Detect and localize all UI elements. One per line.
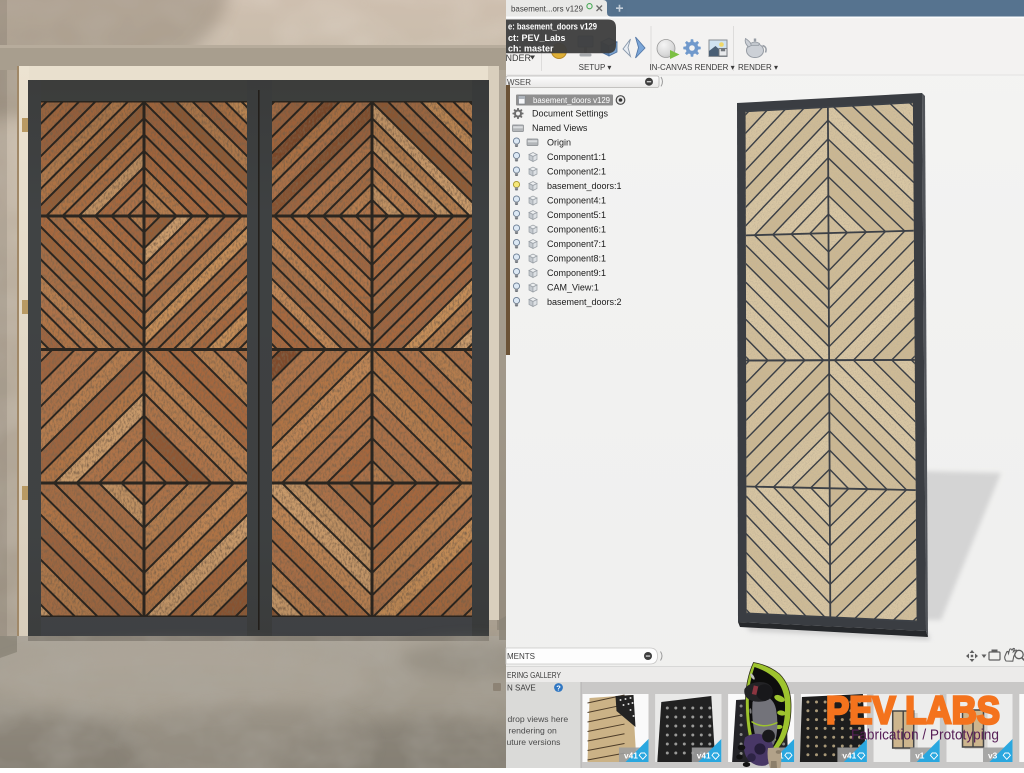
svg-text:basement_doors:2: basement_doors:2 — [547, 297, 622, 307]
svg-text:NDER: NDER — [506, 53, 532, 63]
svg-text:?: ? — [556, 684, 561, 693]
svg-text:Document Settings: Document Settings — [532, 109, 609, 119]
svg-text:basement_doors v129: basement_doors v129 — [533, 95, 610, 105]
svg-text:v41: v41 — [697, 751, 711, 761]
svg-text:WSER: WSER — [507, 78, 531, 87]
svg-text:SETUP ▾: SETUP ▾ — [579, 63, 612, 72]
svg-text:ct: PEV_Labs: ct: PEV_Labs — [508, 33, 566, 43]
svg-text:Component2:1: Component2:1 — [547, 167, 606, 177]
svg-text:e: basement_doors v129: e: basement_doors v129 — [508, 22, 597, 32]
svg-text:v41: v41 — [842, 751, 856, 761]
svg-text:PEV LABS: PEV LABS — [826, 690, 1000, 733]
svg-text:Component5:1: Component5:1 — [547, 210, 606, 220]
svg-text:Origin: Origin — [547, 138, 571, 148]
svg-text:rendering on: rendering on — [509, 726, 557, 736]
svg-text:Named Views: Named Views — [532, 123, 588, 133]
svg-text:IN-CANVAS RENDER ▾: IN-CANVAS RENDER ▾ — [649, 63, 734, 72]
svg-text:ERING GALLERY: ERING GALLERY — [507, 670, 561, 680]
svg-text:Component6:1: Component6:1 — [547, 225, 606, 235]
svg-text:v1: v1 — [915, 751, 925, 761]
svg-text:Component9:1: Component9:1 — [547, 268, 606, 278]
svg-text:ch: master: ch: master — [508, 44, 554, 54]
svg-text:Component1:1: Component1:1 — [547, 152, 606, 162]
svg-text:Fabrication / Prototyping: Fabrication / Prototyping — [851, 728, 999, 744]
svg-text:v3: v3 — [988, 751, 998, 761]
svg-text:v41: v41 — [624, 751, 638, 761]
svg-text:MENTS: MENTS — [507, 652, 535, 661]
svg-text:Component8:1: Component8:1 — [547, 254, 606, 264]
svg-text:Component7:1: Component7:1 — [547, 239, 606, 249]
svg-text:N SAVE: N SAVE — [507, 684, 536, 693]
svg-text:basement...ors v129: basement...ors v129 — [511, 4, 583, 14]
svg-text:RENDER ▾: RENDER ▾ — [738, 63, 778, 72]
svg-text:drop views here: drop views here — [508, 714, 569, 724]
svg-text:basement_doors:1: basement_doors:1 — [547, 181, 622, 191]
svg-text:uture versions: uture versions — [507, 737, 561, 747]
svg-text:CAM_View:1: CAM_View:1 — [547, 283, 599, 293]
svg-text:Component4:1: Component4:1 — [547, 196, 606, 206]
